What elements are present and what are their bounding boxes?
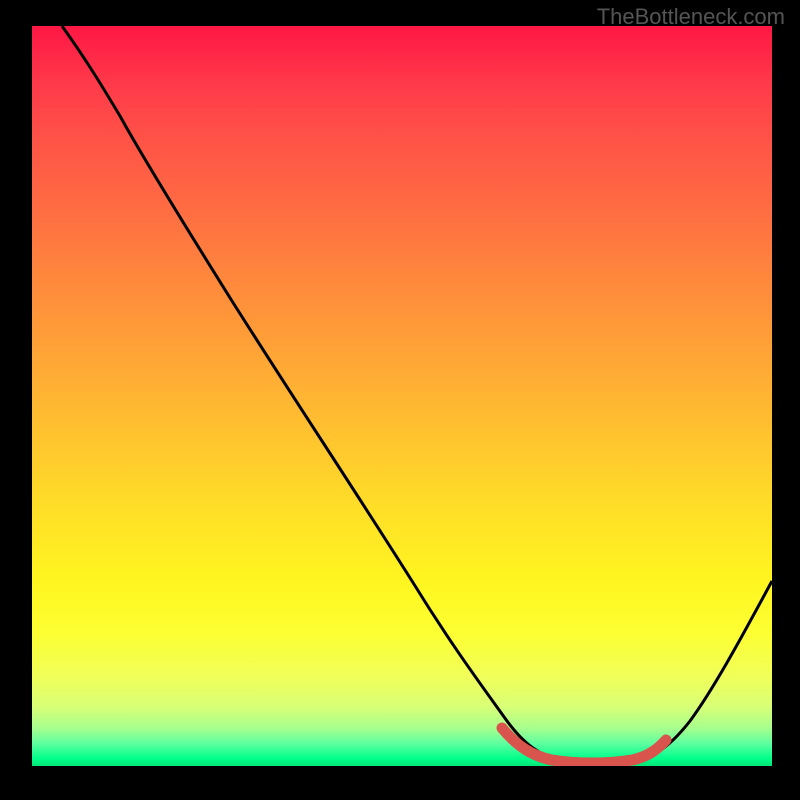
chart-container: TheBottleneck.com: [0, 0, 800, 800]
watermark-text: TheBottleneck.com: [597, 4, 785, 30]
chart-svg: [32, 26, 772, 766]
bottleneck-curve: [62, 26, 772, 763]
plot-area: [32, 26, 772, 766]
optimal-zone-curve: [502, 728, 666, 763]
